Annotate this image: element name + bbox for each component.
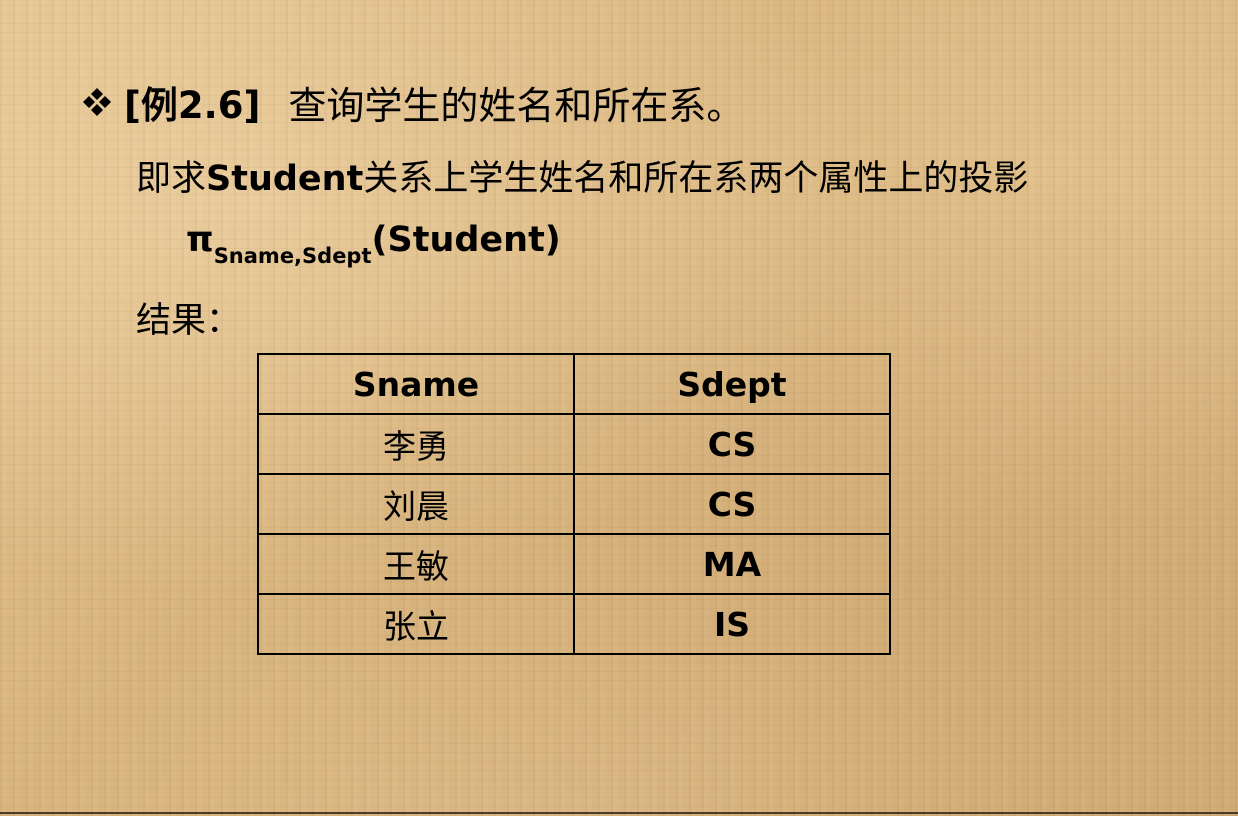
- cell-sdept: CS: [573, 473, 891, 535]
- projection-attributes: Sname,Sdept: [213, 244, 372, 268]
- result-table: Sname Sdept 李勇 CS 刘晨 CS 王敏 MA 张立 IS: [257, 353, 891, 655]
- bottom-divider: [0, 812, 1238, 814]
- diamond-bullet-icon: [83, 88, 111, 116]
- cell-sname: 刘晨: [257, 473, 575, 535]
- column-header-sdept: Sdept: [573, 353, 891, 415]
- column-header-sname: Sname: [257, 353, 575, 415]
- cell-sname: 王敏: [257, 533, 575, 595]
- table-row: 张立 IS: [257, 593, 891, 655]
- cell-sdept: IS: [573, 593, 891, 655]
- description-prefix: 即求: [136, 159, 207, 199]
- table-header-row: Sname Sdept: [257, 353, 891, 415]
- relation-name: Student: [206, 159, 364, 199]
- cell-sname: 李勇: [257, 413, 575, 475]
- description-line: 即求Student关系上学生姓名和所在系两个属性上的投影: [136, 150, 1028, 201]
- table-row: 李勇 CS: [257, 413, 891, 475]
- projection-argument: (Student): [371, 220, 561, 260]
- table-row: 王敏 MA: [257, 533, 891, 595]
- table-row: 刘晨 CS: [257, 473, 891, 535]
- projection-formula: πSname,Sdept(Student): [186, 220, 561, 268]
- example-question: 查询学生的姓名和所在系。: [288, 83, 745, 128]
- result-label: 结果：: [136, 301, 242, 341]
- pi-symbol: π: [186, 220, 214, 260]
- cell-sdept: CS: [573, 413, 891, 475]
- example-label: [例2.6]: [124, 84, 261, 127]
- description-suffix: 关系上学生姓名和所在系两个属性上的投影: [363, 159, 1029, 199]
- cell-sname: 张立: [257, 593, 575, 655]
- cell-sdept: MA: [573, 533, 891, 595]
- slide-title: [例2.6] 查询学生的姓名和所在系。: [80, 74, 744, 130]
